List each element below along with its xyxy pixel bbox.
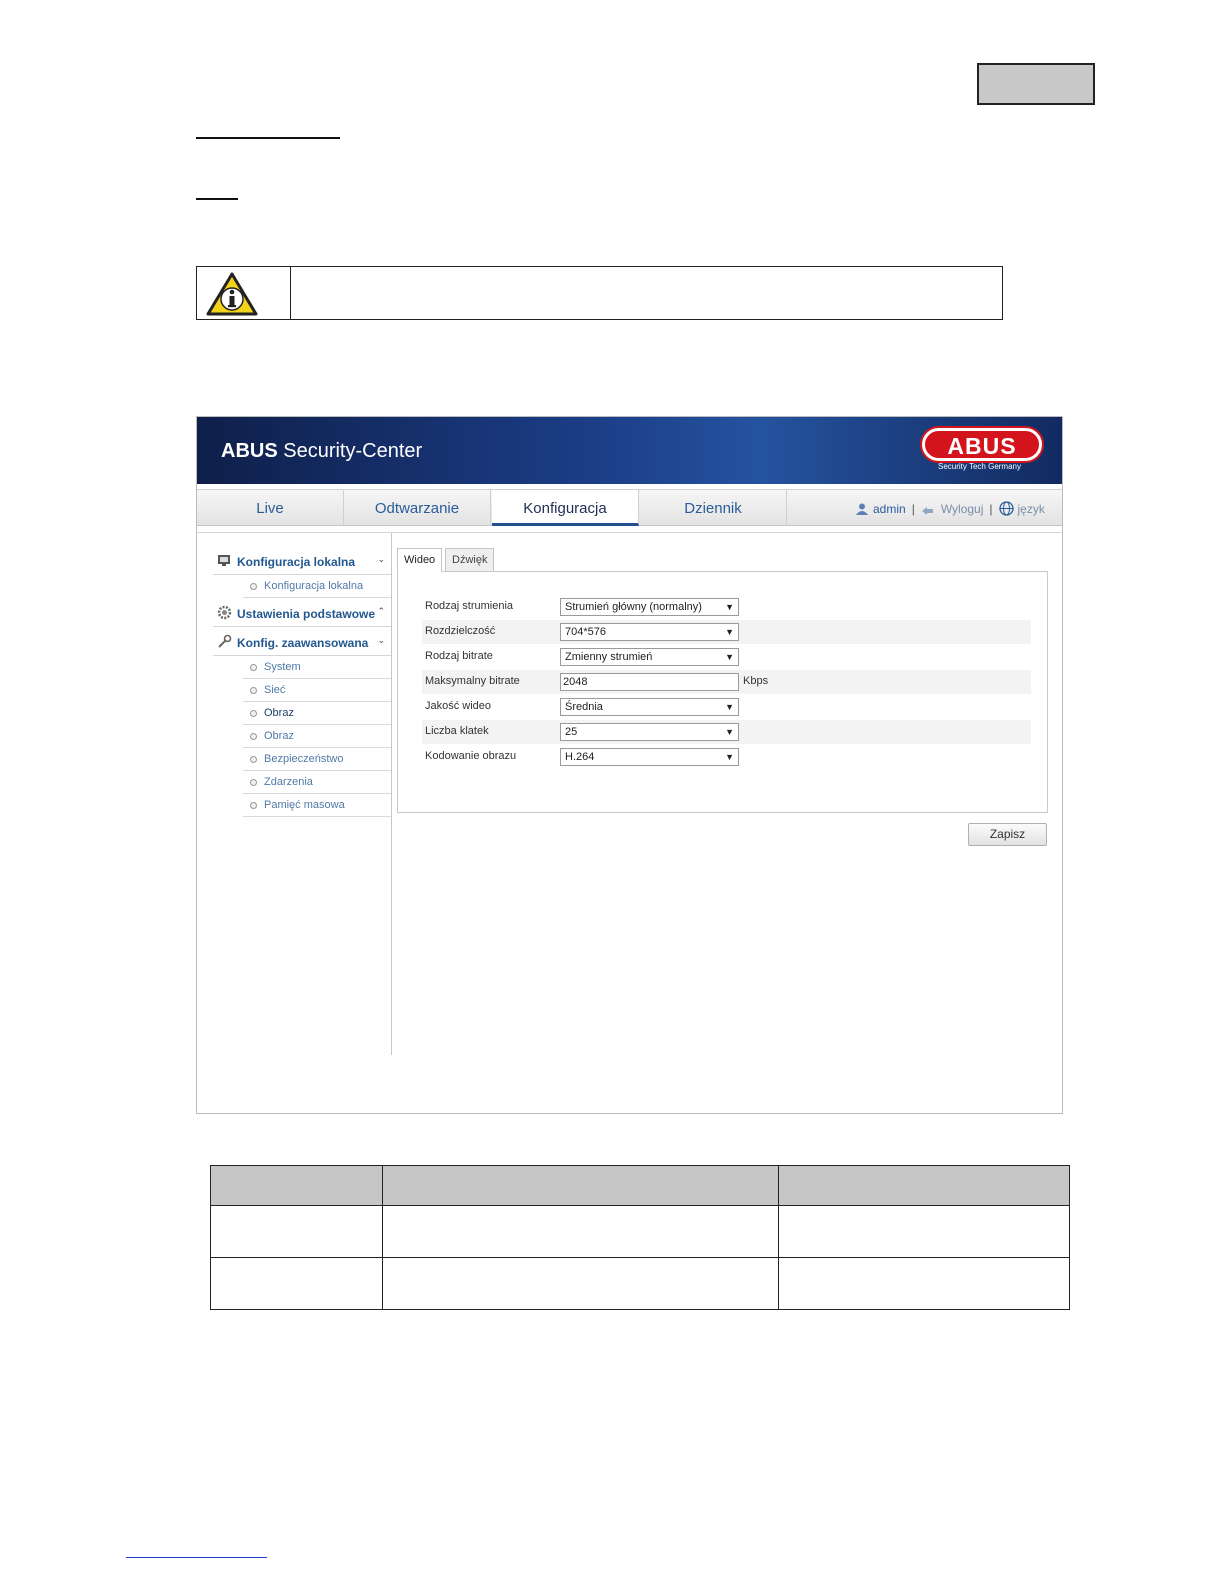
warning-info-icon bbox=[206, 272, 258, 316]
user-area: admin | Wyloguj | język bbox=[855, 501, 1045, 516]
user-link[interactable]: admin bbox=[855, 502, 906, 516]
dropdown-arrow-icon: ▼ bbox=[725, 602, 734, 612]
sidebar-section-advanced[interactable]: Konfig. zaawansowana ⌄ bbox=[213, 630, 391, 656]
sidebar-item-system[interactable]: System bbox=[243, 656, 391, 679]
monitor-settings-icon bbox=[218, 555, 230, 566]
stream-type-select[interactable]: Strumień główny (normalny) ▼ bbox=[560, 598, 739, 616]
table-header bbox=[211, 1166, 1069, 1206]
save-button[interactable]: Zapisz bbox=[968, 823, 1047, 846]
sidebar-item-image[interactable]: Obraz bbox=[243, 702, 391, 725]
field-resolution: Rozdzielczość 704*576 ▼ bbox=[422, 620, 1031, 644]
field-video-quality: Jakość wideo Średnia ▼ bbox=[422, 695, 1031, 719]
security-center-screenshot: ABUS Security-Center ABUS Security Tech … bbox=[196, 416, 1063, 1114]
bullet-icon bbox=[250, 583, 257, 590]
sidebar-item-network[interactable]: Sieć bbox=[243, 679, 391, 702]
parameter-table bbox=[210, 1165, 1070, 1310]
bitrate-type-select[interactable]: Zmienny strumień ▼ bbox=[560, 648, 739, 666]
field-stream-type: Rodzaj strumienia Strumień główny (norma… bbox=[422, 595, 1031, 619]
sidebar-section-basic[interactable]: Ustawienia podstawowe ⌃ bbox=[213, 601, 391, 627]
bullet-icon bbox=[250, 802, 257, 809]
wrench-icon bbox=[218, 634, 232, 648]
bullet-icon bbox=[250, 687, 257, 694]
info-icon-cell bbox=[197, 267, 291, 319]
page-number-box bbox=[977, 63, 1095, 105]
logo-tagline: Security Tech Germany bbox=[938, 462, 1021, 471]
sidebar-item-security[interactable]: Bezpieczeństwo bbox=[243, 748, 391, 771]
tab-audio[interactable]: Dźwięk bbox=[445, 548, 495, 572]
tab-odtwarzanie[interactable]: Odtwarzanie bbox=[344, 490, 491, 526]
tab-konfiguracja[interactable]: Konfiguracja bbox=[492, 490, 639, 526]
bullet-icon bbox=[250, 756, 257, 763]
sidebar-divider bbox=[391, 533, 392, 1055]
tab-dziennik[interactable]: Dziennik bbox=[640, 490, 787, 526]
encoding-select[interactable]: H.264 ▼ bbox=[560, 748, 739, 766]
table-row-divider bbox=[211, 1257, 1069, 1258]
sidebar-section-local[interactable]: Konfiguracja lokalna ⌄ bbox=[213, 549, 391, 575]
tab-live[interactable]: Live bbox=[197, 490, 344, 526]
bitrate-unit: Kbps bbox=[743, 675, 769, 687]
sidebar-item-events[interactable]: Zdarzenia bbox=[243, 771, 391, 794]
dropdown-arrow-icon: ▼ bbox=[725, 652, 734, 662]
sidebar-item-local-config[interactable]: Konfiguracja lokalna bbox=[243, 575, 391, 598]
content-area: Konfiguracja lokalna ⌄ Konfiguracja loka… bbox=[197, 532, 1062, 1113]
logout-link[interactable]: Wyloguj bbox=[921, 502, 983, 516]
bullet-icon bbox=[250, 664, 257, 671]
table-column-divider bbox=[778, 1166, 779, 1309]
resolution-select[interactable]: 704*576 ▼ bbox=[560, 623, 739, 641]
chevron-down-icon: ⌄ bbox=[377, 554, 385, 564]
bullet-icon bbox=[250, 733, 257, 740]
bullet-icon bbox=[250, 779, 257, 786]
globe-icon bbox=[998, 501, 1014, 516]
subheading-underline bbox=[196, 198, 238, 200]
heading-underline bbox=[196, 137, 340, 139]
user-icon bbox=[856, 503, 868, 515]
info-note-box bbox=[196, 266, 1003, 320]
app-title: ABUS Security-Center bbox=[221, 440, 423, 462]
frame-rate-select[interactable]: 25 ▼ bbox=[560, 723, 739, 741]
table-column-divider bbox=[382, 1166, 383, 1309]
bullet-icon bbox=[250, 710, 257, 717]
language-link[interactable]: język bbox=[998, 501, 1045, 516]
sidebar-item-image-2[interactable]: Obraz bbox=[243, 725, 391, 748]
dropdown-arrow-icon: ▼ bbox=[725, 627, 734, 637]
field-bitrate-type: Rodzaj bitrate Zmienny strumień ▼ bbox=[422, 645, 1031, 669]
abus-logo: ABUS bbox=[922, 428, 1042, 461]
dropdown-arrow-icon: ▼ bbox=[725, 702, 734, 712]
main-nav: Live Odtwarzanie Konfiguracja Dziennik a… bbox=[197, 489, 1062, 526]
chevron-up-icon: ⌃ bbox=[377, 606, 385, 616]
footer-link-underline bbox=[126, 1557, 267, 1558]
logout-icon bbox=[921, 507, 933, 515]
app-banner: ABUS Security-Center ABUS Security Tech … bbox=[197, 417, 1062, 484]
settings-form: Rodzaj strumienia Strumień główny (norma… bbox=[397, 571, 1048, 813]
field-frame-rate: Liczba klatek 25 ▼ bbox=[422, 720, 1031, 744]
dropdown-arrow-icon: ▼ bbox=[725, 727, 734, 737]
gear-icon bbox=[217, 605, 232, 620]
dropdown-arrow-icon: ▼ bbox=[725, 752, 734, 762]
sidebar-item-storage[interactable]: Pamięć masowa bbox=[243, 794, 391, 817]
video-quality-select[interactable]: Średnia ▼ bbox=[560, 698, 739, 716]
max-bitrate-input[interactable]: 2048 bbox=[560, 673, 739, 691]
tab-video[interactable]: Wideo bbox=[397, 548, 443, 572]
field-max-bitrate: Maksymalny bitrate 2048 Kbps bbox=[422, 670, 1031, 694]
field-encoding: Kodowanie obrazu H.264 ▼ bbox=[422, 745, 1031, 769]
chevron-down-icon: ⌄ bbox=[377, 635, 385, 645]
